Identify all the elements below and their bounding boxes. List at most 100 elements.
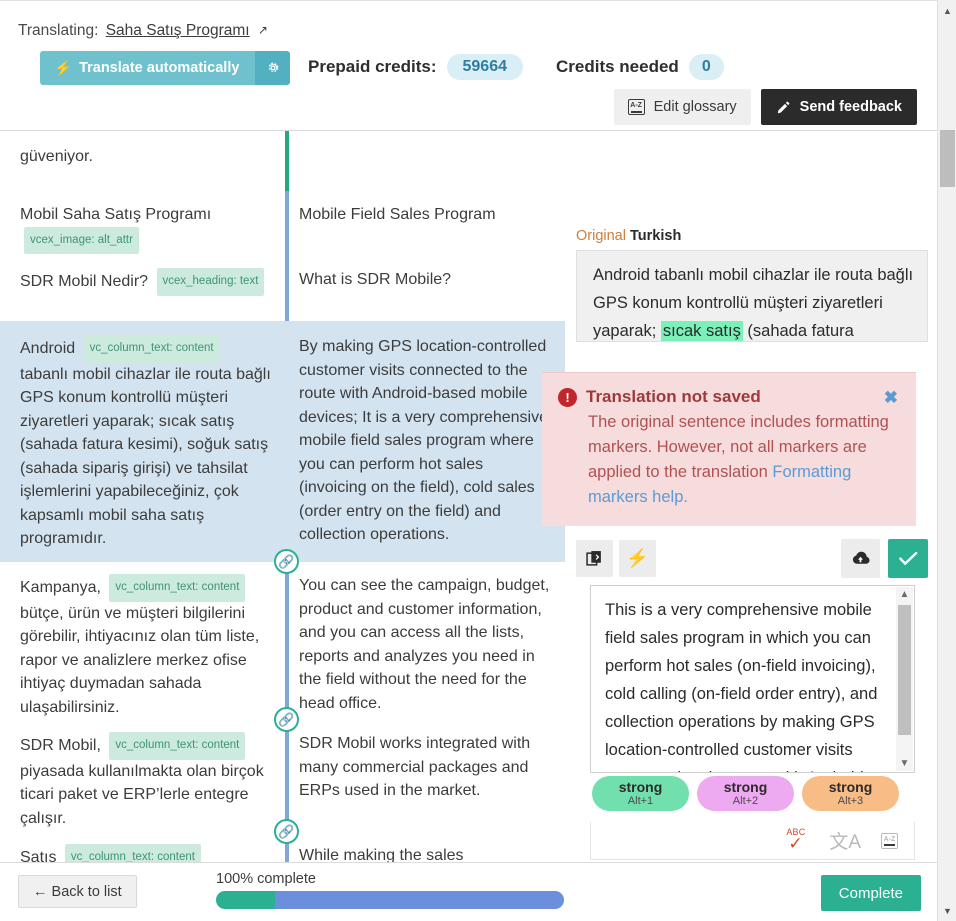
top-header: Translating: Saha Satış Programı ↗ ⚡ Tra…: [0, 0, 937, 131]
source-cell[interactable]: SDR Mobil, vc_column_text: content piyas…: [0, 720, 285, 832]
page-scrollbar-thumb[interactable]: [940, 130, 955, 187]
segment-type-tag: vcex_image: alt_attr: [24, 226, 139, 254]
table-row[interactable]: güveniyor.: [0, 131, 937, 191]
source-first-word: Android: [20, 340, 76, 357]
page-scrollbar[interactable]: ▲ ▼: [937, 0, 956, 921]
pencil-icon: [777, 100, 790, 113]
glossary-icon[interactable]: A-Z: [881, 832, 898, 849]
target-text: By making GPS location-controlled custom…: [299, 338, 548, 543]
source-text: tabanlı mobil cihazlar ile routa bağlı G…: [20, 365, 271, 548]
segment-type-tag: vc_column_text: content: [83, 335, 220, 363]
marker-shortcut: Alt+2: [732, 794, 759, 807]
source-cell[interactable]: Kampanya, vc_column_text: content bütçe,…: [0, 562, 285, 720]
spellcheck-glyph: ABC ✓: [785, 827, 809, 853]
marker-button-alt3[interactable]: strong Alt+3: [802, 776, 899, 811]
copy-source-button[interactable]: [576, 539, 613, 577]
check-icon: [898, 551, 917, 565]
original-prefix: Original: [576, 228, 626, 244]
send-feedback-button[interactable]: Send feedback: [760, 89, 917, 125]
machine-translate-button[interactable]: ⚡: [619, 539, 656, 577]
header-action-buttons: A-Z Edit glossary Send feedback: [613, 89, 917, 125]
caret-up-icon[interactable]: ▲: [900, 587, 910, 602]
target-cell[interactable]: [285, 131, 565, 191]
credits-needed-label: Credits needed: [556, 57, 679, 76]
translation-editor-app: Translating: Saha Satış Programı ↗ ⚡ Tra…: [0, 0, 956, 921]
gear-icon: [268, 62, 279, 72]
prepaid-credits-label: Prepaid credits:: [308, 57, 437, 76]
credits-needed-value: 0: [688, 54, 724, 80]
translating-label: Translating:: [18, 22, 99, 39]
target-text: Mobile Field Sales Program: [299, 206, 496, 223]
segment-type-tag: vcex_heading: text: [156, 268, 265, 296]
target-cell[interactable]: What is SDR Mobile?: [285, 256, 565, 321]
marker-green-term: sıcak satış: [660, 321, 743, 341]
marker-shortcut: Alt+3: [837, 794, 864, 807]
link-chain-icon[interactable]: 🔗: [274, 549, 299, 574]
link-chain-icon[interactable]: 🔗: [274, 707, 299, 732]
spellcheck-icon[interactable]: ABC ✓: [785, 827, 809, 853]
document-name-link[interactable]: Saha Satış Programı: [106, 22, 250, 39]
marker-button-alt1[interactable]: strong Alt+1: [592, 776, 689, 811]
link-chain-icon[interactable]: 🔗: [274, 819, 299, 844]
progress-segment-confirmed: [216, 891, 275, 909]
marker-name: strong: [618, 778, 663, 795]
source-text: SDR Mobil Nedir?: [20, 273, 149, 290]
original-language: Turkish: [630, 228, 682, 244]
source-text: bütçe, ürün ve müşteri bilgilerini göreb…: [20, 604, 260, 716]
translate-automatically-group: ⚡ Translate automatically: [40, 51, 291, 85]
target-text: What is SDR Mobile?: [299, 271, 452, 288]
translation-input[interactable]: This is a very comprehensive mobile fiel…: [591, 586, 914, 772]
confirm-translation-button[interactable]: [888, 538, 928, 578]
translation-input-scrollbar[interactable]: ▲ ▼: [896, 587, 913, 771]
close-icon[interactable]: ✖: [884, 389, 898, 406]
translate-settings-gear-button[interactable]: [255, 51, 291, 85]
error-exclamation-icon: !: [558, 387, 577, 407]
bolt-icon: ⚡: [54, 60, 73, 77]
toast-title: Translation not saved: [586, 387, 761, 406]
save-to-memory-button[interactable]: [841, 538, 880, 578]
complete-button[interactable]: Complete: [820, 875, 921, 911]
progress-segment-translated: [275, 891, 564, 909]
scrollbar-thumb[interactable]: [898, 605, 911, 735]
target-cell[interactable]: While making the sales: [285, 832, 565, 862]
toast-title-row: ! Translation not saved: [558, 387, 900, 407]
original-source-box: Android tabanlı mobil cihazlar ile routa…: [576, 250, 928, 342]
back-to-list-button[interactable]: ← Back to list: [18, 875, 137, 908]
cloud-upload-icon: [852, 551, 870, 564]
copy-source-icon: [586, 550, 601, 566]
source-cell[interactable]: Satış vc_column_text: content: [0, 832, 285, 862]
translate-icon[interactable]: 文A: [829, 827, 861, 854]
segment-type-tag: vc_column_text: content: [109, 732, 246, 760]
bolt-icon: ⚡: [626, 547, 649, 568]
target-cell[interactable]: Mobile Field Sales Program: [285, 191, 565, 256]
source-text: piyasada kullanılmakta olan birçok ticar…: [20, 762, 264, 827]
target-cell[interactable]: SDR Mobil works integrated with many com…: [285, 720, 565, 832]
source-first-word: SDR Mobil,: [20, 737, 101, 754]
segment-type-tag: vc_column_text: content: [109, 574, 246, 602]
target-cell[interactable]: By making GPS location-controlled custom…: [285, 321, 565, 562]
marker-name: strong: [723, 778, 768, 795]
external-link-icon[interactable]: ↗: [258, 23, 268, 37]
prepaid-credits-value: 59664: [446, 54, 523, 80]
caret-up-icon[interactable]: ▲: [938, 2, 956, 19]
translation-input-wrapper[interactable]: This is a very comprehensive mobile fiel…: [590, 585, 915, 773]
translate-automatically-button[interactable]: ⚡ Translate automatically: [40, 51, 256, 85]
caret-down-icon[interactable]: ▼: [938, 902, 956, 919]
glossary-glyph: A-Z: [881, 832, 898, 849]
source-first-word: Kampanya,: [20, 579, 101, 596]
source-cell[interactable]: güveniyor.: [0, 131, 285, 191]
credits-summary: Prepaid credits: 59664 Credits needed 0: [308, 54, 724, 80]
translating-breadcrumb: Translating: Saha Satış Programı ↗: [18, 22, 268, 40]
spellcheck-tick: ✓: [788, 833, 803, 853]
source-cell[interactable]: Android vc_column_text: content tabanlı …: [0, 321, 285, 562]
translate-glyph: 文A: [829, 832, 861, 853]
segment-editor-panel: Original Turkish Android tabanlı mobil c…: [542, 228, 928, 526]
source-cell[interactable]: Mobil Saha Satış Programı vcex_image: al…: [0, 191, 285, 256]
send-feedback-label: Send feedback: [799, 99, 902, 115]
marker-button-alt2[interactable]: strong Alt+2: [697, 776, 794, 811]
formatting-marker-buttons: strong Alt+1 strong Alt+2 strong Alt+3: [592, 776, 928, 813]
target-cell[interactable]: You can see the campaign, budget, produc…: [285, 562, 565, 720]
caret-down-icon[interactable]: ▼: [900, 756, 910, 771]
source-cell[interactable]: SDR Mobil Nedir? vcex_heading: text: [0, 256, 285, 321]
edit-glossary-button[interactable]: A-Z Edit glossary: [613, 89, 751, 125]
